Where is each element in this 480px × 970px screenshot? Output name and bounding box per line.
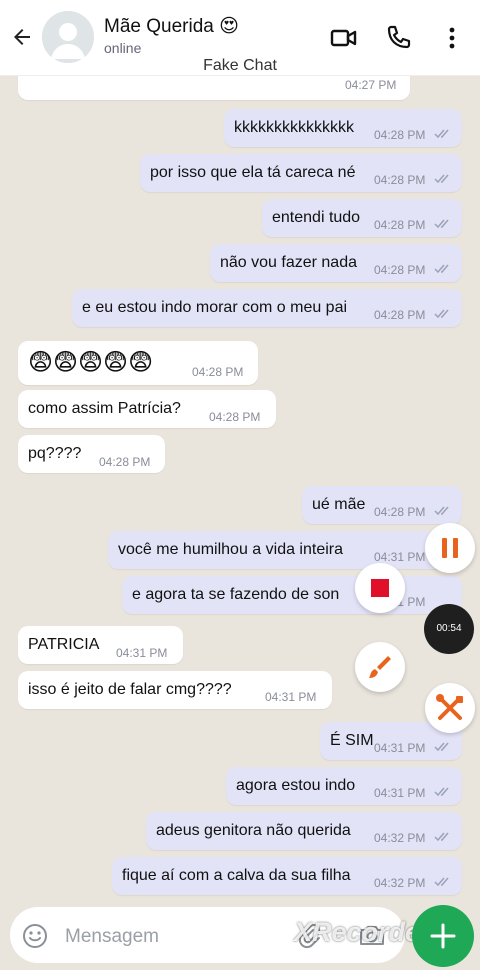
video-call-icon[interactable] [330, 24, 358, 52]
double-check-icon [434, 877, 449, 887]
recorder-timer[interactable]: 00:54 [424, 604, 474, 654]
recorder-brush-button[interactable] [355, 642, 405, 692]
back-arrow-icon[interactable] [10, 25, 34, 49]
double-check-icon [434, 219, 449, 229]
message-time: 04:28 PM [209, 410, 261, 424]
message-time: 04:31 PM [374, 786, 426, 800]
more-vert-icon[interactable] [438, 24, 466, 52]
default-avatar-icon [42, 11, 94, 63]
send-icon [430, 923, 456, 949]
message-text: não vou fazer nada [220, 254, 357, 271]
message-time: 04:28 PM [374, 263, 426, 277]
message-text: kkkkkkkkkkkkkkk [234, 119, 354, 136]
message-text: ué mãe [312, 496, 366, 513]
message-time: 04:28 PM [374, 173, 426, 187]
message-time: 04:31 PM [374, 741, 426, 755]
message-text: e eu estou indo morar com o meu pai [82, 299, 348, 316]
message-text: entendi tudo [272, 209, 361, 226]
message-text: pq???? [28, 445, 82, 462]
message-time: 04:31 PM [116, 646, 168, 660]
message-time: 04:32 PM [374, 831, 426, 845]
message-time: 04:28 PM [374, 218, 426, 232]
recorder-pause-button[interactable] [425, 523, 475, 573]
contact-name[interactable]: Mãe Querida 😍 [104, 15, 239, 38]
message-time: 04:28 PM [374, 505, 426, 519]
message-list[interactable]: 04:27 PM kkkkkkkkkkkkkkk 04:28 PM por is… [0, 76, 480, 902]
message-time: 04:32 PM [374, 876, 426, 890]
message-text: e agora ta se fazendo de son [132, 586, 340, 603]
phone-icon[interactable] [384, 24, 412, 52]
recorder-stop-button[interactable] [355, 563, 405, 613]
recorder-watermark: XRecorder [294, 917, 431, 947]
double-check-icon [434, 832, 449, 842]
double-check-icon [434, 506, 449, 516]
message-text: por isso que ela tá careca né [150, 164, 356, 181]
double-check-icon [434, 129, 449, 139]
message-time: 04:28 PM [192, 365, 244, 379]
emoji-icon[interactable] [22, 923, 48, 949]
contact-status: online [104, 40, 142, 56]
message-time: 04:31 PM [265, 690, 317, 704]
message-bubble-outgoing[interactable]: entendi tudo [262, 199, 462, 237]
fake-chat-label: Fake Chat [203, 57, 277, 74]
message-time: 04:31 PM [374, 550, 426, 564]
message-time: 04:28 PM [374, 308, 426, 322]
tools-icon [436, 694, 463, 720]
message-text: fique aí com a calva da sua filha [122, 867, 351, 884]
message-text: adeus genitora não querida [156, 822, 351, 839]
stop-icon [371, 579, 389, 597]
pause-icon [442, 538, 458, 558]
double-check-icon [434, 174, 449, 184]
recorder-tools-button[interactable] [425, 683, 475, 733]
double-check-icon [434, 742, 449, 752]
message-input[interactable]: Mensagem [65, 926, 159, 948]
message-text: isso é jeito de falar cmg???? [28, 681, 232, 698]
message-bubble-outgoing[interactable]: agora estou indo [226, 767, 462, 805]
double-check-icon [434, 264, 449, 274]
message-text: 😨😨😨😨😨 [28, 349, 154, 376]
message-text: agora estou indo [236, 777, 356, 794]
double-check-icon [434, 309, 449, 319]
message-time: 04:28 PM [374, 128, 426, 142]
message-text: É SIM [330, 732, 374, 749]
brush-icon [369, 656, 391, 678]
message-bubble-outgoing[interactable]: kkkkkkkkkkkkkkk [224, 109, 462, 147]
avatar[interactable] [42, 11, 94, 63]
message-text: PATRICIA [28, 636, 100, 653]
send-button[interactable] [412, 905, 474, 967]
message-time: 04:28 PM [99, 455, 151, 469]
message-text: como assim Patrícia? [28, 400, 181, 417]
double-check-icon [434, 787, 449, 797]
chat-header: Mãe Querida 😍 online Fake Chat [0, 0, 480, 76]
message-time: 04:27 PM [345, 78, 397, 92]
message-text: você me humilhou a vida inteira [118, 541, 344, 558]
